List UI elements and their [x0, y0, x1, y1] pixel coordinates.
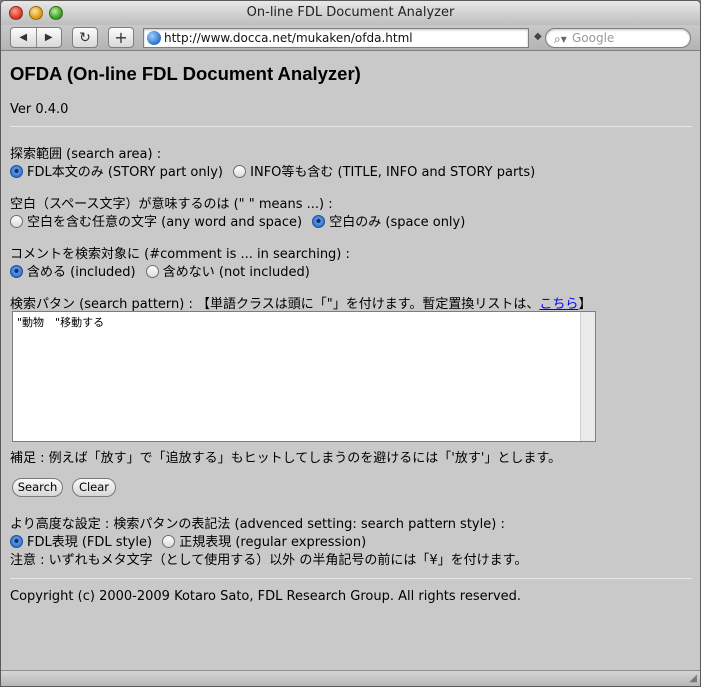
search-icon: ⌕▾	[554, 32, 567, 46]
radio-label: FDL表現 (FDL style)	[27, 535, 153, 550]
note-meta: 注意 : いずれもメタ文字（として使用する）以外 の半角記号の前には「¥」を付け…	[10, 553, 528, 568]
search-button[interactable]: Search	[12, 478, 63, 497]
radio-any-word[interactable]	[10, 215, 23, 228]
radio-fdl-style[interactable]	[10, 535, 23, 548]
divider	[10, 126, 692, 127]
search-input[interactable]: ⌕▾ Google	[545, 28, 691, 48]
radio-included[interactable]	[10, 265, 23, 278]
radio-regex[interactable]	[162, 535, 176, 548]
pattern-value: "動物 "移動する	[17, 316, 105, 329]
radio-label: FDL本文のみ (STORY part only)	[27, 165, 223, 180]
browser-toolbar: ◀ ▶ ↻ + http://www.docca.net/mukaken/ofd…	[1, 25, 700, 51]
back-forward-group: ◀ ▶	[10, 27, 62, 48]
replacement-list-link[interactable]: こちら	[539, 297, 578, 312]
copyright-text: Copyright (c) 2000-2009 Kotaro Sato, FDL…	[10, 589, 522, 604]
search-area-label: 探索範囲 (search area) :	[10, 147, 162, 162]
minimize-window-button[interactable]	[29, 6, 43, 20]
divider	[10, 578, 692, 579]
radio-label: 正規表現 (regular expression)	[179, 535, 367, 550]
back-button[interactable]: ◀	[11, 32, 36, 43]
radio-label: 含めない (not included)	[162, 265, 310, 280]
comment-label: コメントを検索対象に (#comment is ... in searching…	[10, 247, 350, 262]
page-title: OFDA (On-line FDL Document Analyzer)	[10, 63, 361, 84]
close-window-button[interactable]	[9, 6, 23, 20]
radio-info-included[interactable]	[233, 165, 247, 178]
version-text: Ver 0.4.0	[10, 102, 69, 117]
window-title: On-line FDL Document Analyzer	[246, 5, 455, 20]
comment-options: 含める (included) 含めない (not included)	[10, 261, 310, 280]
url-dropdown-icon[interactable]: ◆	[534, 31, 542, 42]
space-label: 空白（スペース文字）が意味するのは (" " means ...) :	[10, 197, 333, 212]
search-placeholder: Google	[572, 31, 615, 45]
pattern-label: 検索パタン (search pattern) : 【単語クラスは頭に「"」を付け…	[10, 293, 591, 312]
status-bar: ◢	[1, 670, 700, 686]
pattern-label-text: 検索パタン (search pattern) : 【単語クラスは頭に「"」を付け…	[10, 297, 540, 312]
search-area-options: FDL本文のみ (STORY part only) INFO等も含む (TITL…	[10, 161, 535, 180]
radio-story-only[interactable]	[10, 165, 23, 178]
note-hint: 補足 : 例えば「放す」で「追放する」もヒットしてしまうのを避けるには「'放す'…	[10, 451, 562, 466]
radio-label: 空白のみ (space only)	[329, 215, 466, 230]
zoom-window-button[interactable]	[49, 6, 63, 20]
page-content: OFDA (On-line FDL Document Analyzer) Ver…	[1, 51, 700, 671]
radio-label: INFO等も含む (TITLE, INFO and STORY parts)	[250, 165, 536, 180]
radio-label: 空白を含む任意の文字 (any word and space)	[27, 215, 303, 230]
advanced-label: より高度な設定 : 検索パタンの表記法 (advenced setting: s…	[10, 517, 505, 532]
clear-button[interactable]: Clear	[72, 478, 116, 497]
advanced-options: FDL表現 (FDL style) 正規表現 (regular expressi…	[10, 531, 366, 550]
search-pattern-textarea[interactable]: "動物 "移動する	[12, 311, 596, 442]
forward-button[interactable]: ▶	[37, 32, 62, 43]
radio-space-only[interactable]	[312, 215, 326, 228]
window-controls	[9, 6, 63, 20]
radio-label: 含める (included)	[27, 265, 136, 280]
browser-window: On-line FDL Document Analyzer ◀ ▶ ↻ + ht…	[0, 0, 701, 687]
add-bookmark-button[interactable]: +	[108, 27, 134, 48]
url-text: http://www.docca.net/mukaken/ofda.html	[164, 31, 413, 45]
reload-button[interactable]: ↻	[72, 27, 98, 48]
space-options: 空白を含む任意の文字 (any word and space) 空白のみ (sp…	[10, 211, 465, 230]
textarea-scrollbar[interactable]	[580, 312, 595, 441]
site-globe-icon	[147, 31, 161, 45]
pattern-label-end: 】	[578, 297, 592, 312]
resize-grip-icon[interactable]: ◢	[689, 673, 697, 684]
radio-not-included[interactable]	[145, 265, 159, 278]
address-bar[interactable]: http://www.docca.net/mukaken/ofda.html	[143, 28, 529, 48]
title-bar: On-line FDL Document Analyzer	[1, 1, 700, 25]
